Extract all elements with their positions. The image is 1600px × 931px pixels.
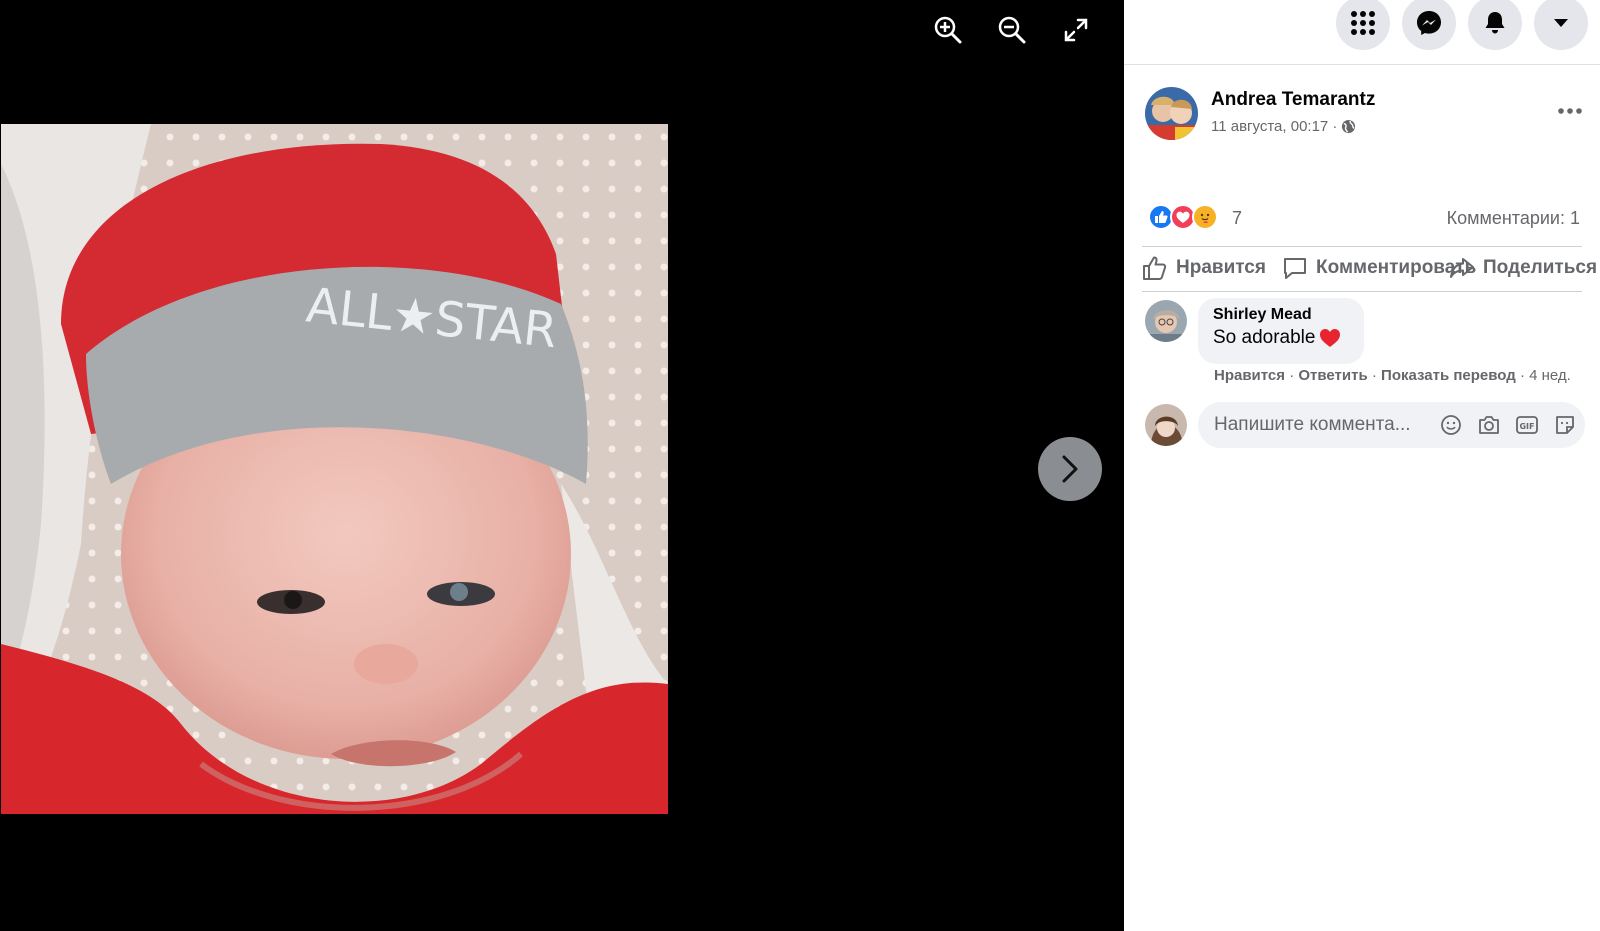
like-button[interactable]: Нравится: [1142, 255, 1266, 281]
chevron-right-icon: [1062, 455, 1078, 483]
comment-icon: [1284, 258, 1306, 279]
heart-emoji-icon: [1320, 329, 1341, 347]
messenger-icon: [1417, 11, 1441, 35]
author-avatar[interactable]: [1145, 87, 1198, 140]
viewer-toolbar: [930, 12, 1094, 48]
composer-icons: GIF: [1439, 413, 1577, 437]
post-actions: Нравится Комментировать Поделиться: [1142, 246, 1597, 292]
zoom-in-icon[interactable]: [930, 12, 966, 48]
post-header: Andrea Temarantz 11 августа, 00:17 ·: [1145, 87, 1585, 141]
comment-actions: Нравится · Ответить · Показать перевод ·…: [1214, 367, 1571, 384]
like-button-label: Нравится: [1176, 257, 1266, 278]
thumbs-up-icon: [1143, 256, 1167, 280]
reaction-count[interactable]: 7: [1232, 208, 1242, 229]
bell-icon: [1485, 12, 1505, 34]
current-user-avatar[interactable]: [1145, 404, 1187, 446]
notifications-button[interactable]: [1468, 0, 1522, 50]
post-author-name[interactable]: Andrea Temarantz: [1211, 89, 1375, 111]
comment-composer: GIF: [1145, 402, 1585, 448]
reaction-icons[interactable]: [1148, 204, 1218, 230]
comment-item: Shirley Mead So adorable Нравится · Отве…: [1145, 298, 1585, 388]
comment-time[interactable]: 4 нед.: [1529, 367, 1571, 384]
comment-bubble: Shirley Mead So adorable: [1198, 298, 1364, 364]
comment-input-box[interactable]: GIF: [1198, 402, 1585, 448]
comment-like-link[interactable]: Нравится: [1214, 367, 1285, 384]
messenger-button[interactable]: [1402, 0, 1456, 50]
care-reaction-icon: [1192, 204, 1218, 230]
reactions-summary: 7 Комментарии: 1: [1148, 204, 1580, 232]
top-bar: [1124, 0, 1600, 65]
caret-down-icon: [1554, 19, 1568, 27]
comment-input[interactable]: [1214, 414, 1414, 436]
commenter-avatar[interactable]: [1145, 300, 1187, 342]
menu-grid-button[interactable]: [1336, 0, 1390, 50]
fullscreen-icon[interactable]: [1058, 12, 1094, 48]
comment-reply-link[interactable]: Ответить: [1298, 367, 1367, 384]
commenter-name[interactable]: Shirley Mead: [1213, 306, 1348, 324]
post-panel: Andrea Temarantz 11 августа, 00:17 · 7 К…: [1124, 0, 1600, 931]
post-date[interactable]: 11 августа, 00:17 ·: [1211, 118, 1337, 135]
sticker-icon[interactable]: [1553, 413, 1577, 437]
menu-grid-icon: [1351, 11, 1375, 35]
account-menu-button[interactable]: [1534, 0, 1588, 50]
comment-text-row: So adorable: [1213, 327, 1348, 349]
emoji-icon[interactable]: [1439, 413, 1463, 437]
photo-viewer: ALL★STAR: [0, 0, 1124, 931]
svg-text:GIF: GIF: [1519, 422, 1534, 431]
comments-count[interactable]: Комментарии: 1: [1447, 208, 1580, 229]
comment-text: So adorable: [1213, 327, 1316, 348]
gif-icon[interactable]: GIF: [1515, 413, 1539, 437]
share-button[interactable]: Поделиться: [1449, 255, 1597, 281]
comment-button[interactable]: Комментировать: [1282, 255, 1476, 281]
zoom-out-icon[interactable]: [994, 12, 1030, 48]
post-photo: ALL★STAR: [1, 124, 668, 814]
camera-icon[interactable]: [1477, 413, 1501, 437]
post-options-button[interactable]: [1555, 99, 1585, 123]
share-icon: [1450, 258, 1474, 278]
post-meta: 11 августа, 00:17 ·: [1211, 118, 1356, 135]
more-icon: [1558, 108, 1582, 114]
next-photo-button[interactable]: [1038, 437, 1102, 501]
comment-translate-link[interactable]: Показать перевод: [1381, 367, 1516, 384]
globe-icon: [1342, 119, 1356, 134]
share-button-label: Поделиться: [1483, 257, 1598, 278]
